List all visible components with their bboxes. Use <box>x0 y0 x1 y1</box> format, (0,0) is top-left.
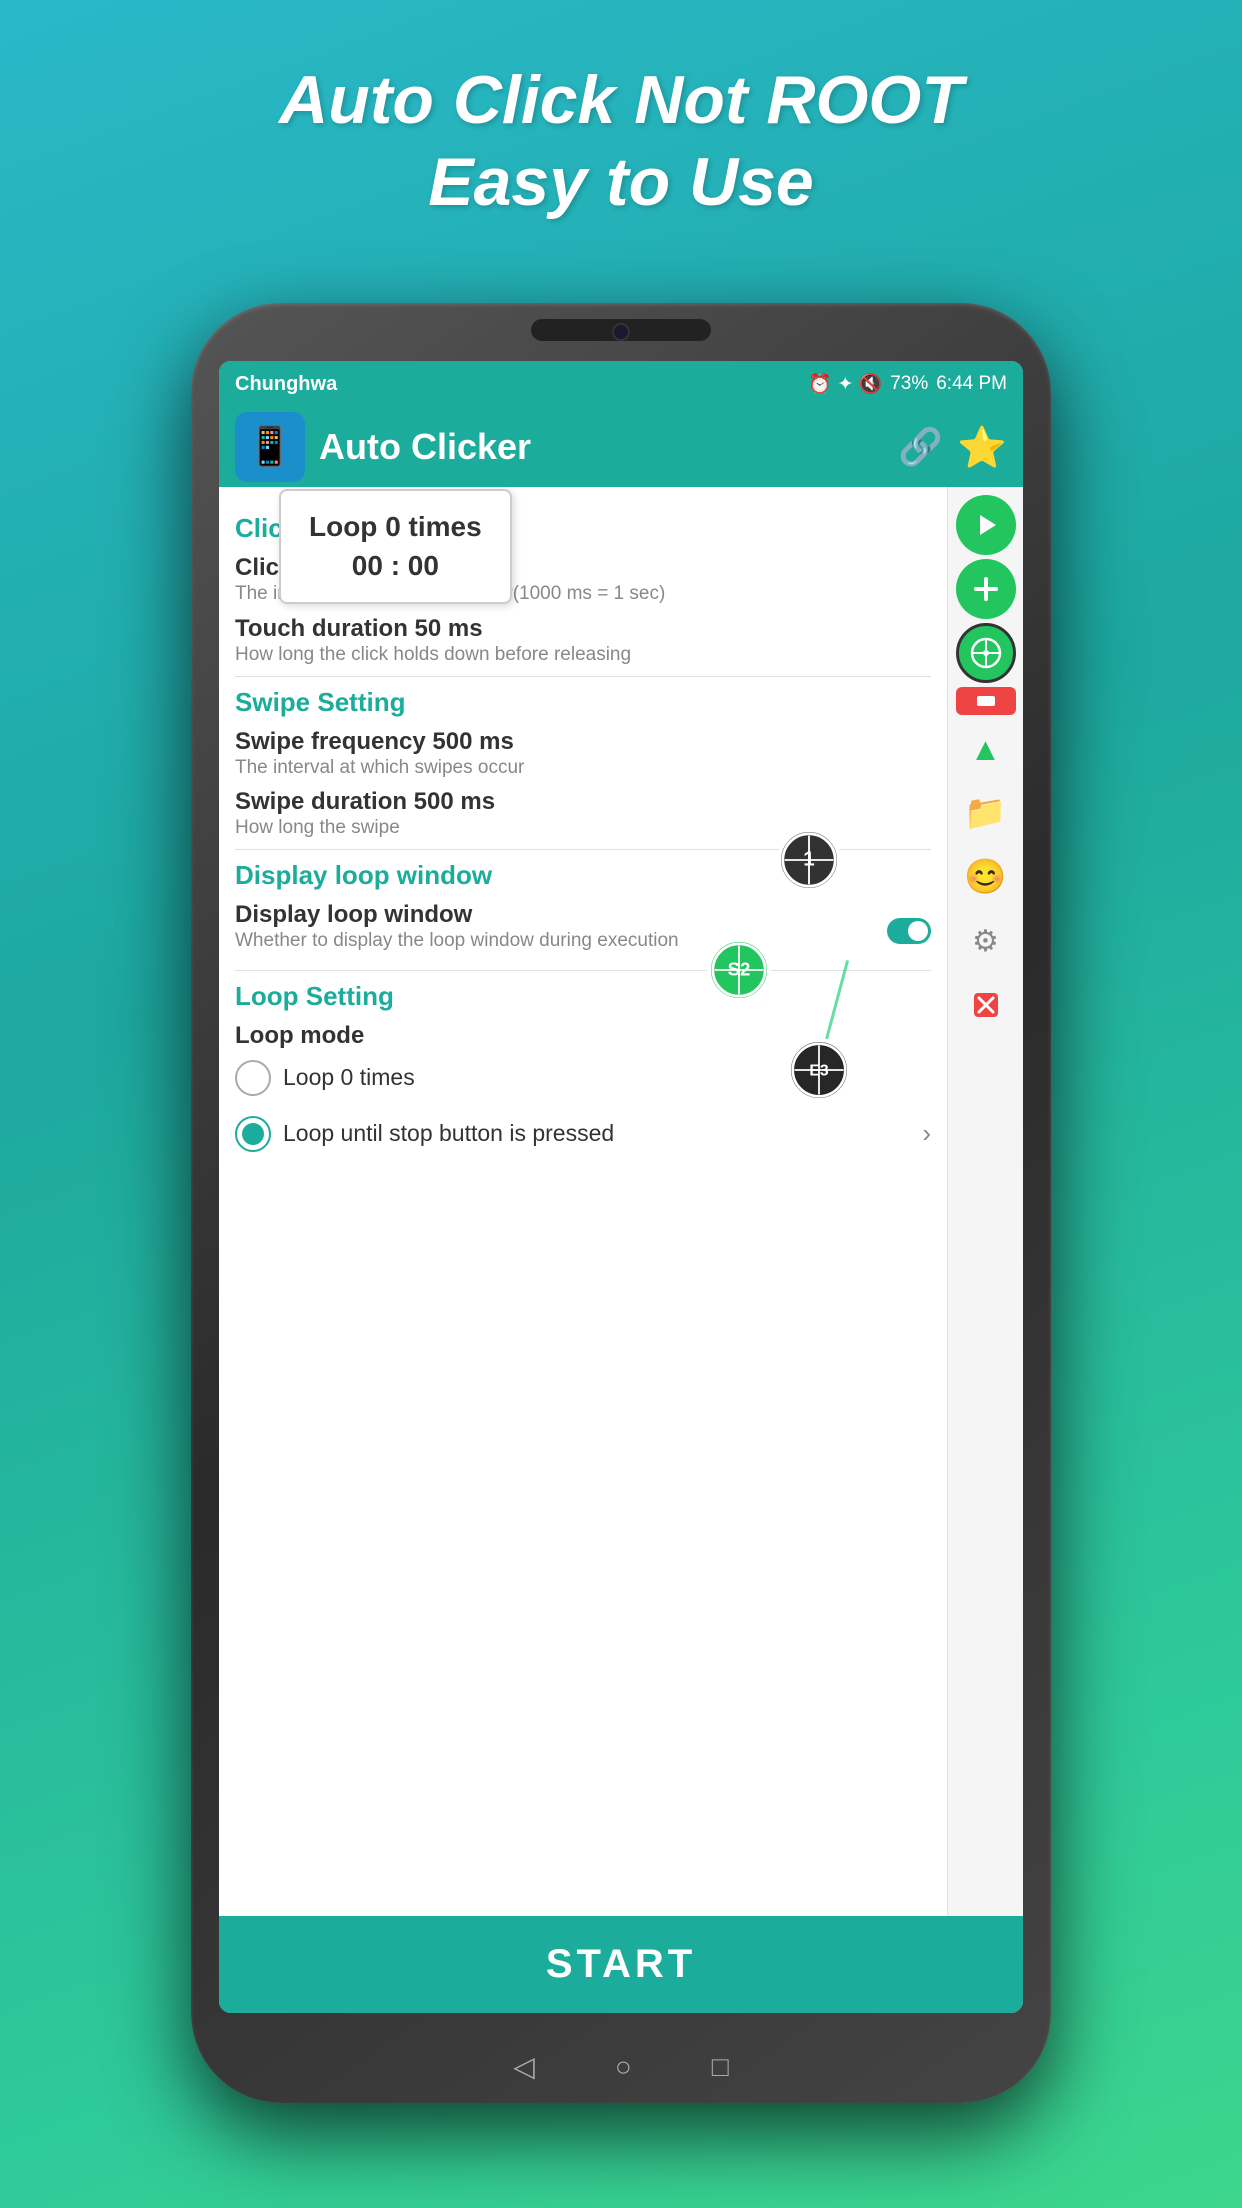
touch-duration-label: Touch duration 50 ms <box>235 615 931 643</box>
loop-window-line1: Loop 0 times <box>309 507 482 546</box>
swipe-duration-label: Swipe duration 500 ms <box>235 788 931 816</box>
divider-1 <box>235 676 931 677</box>
svg-text:1: 1 <box>803 847 814 870</box>
loop-option-2-label: Loop until stop button is pressed <box>283 1120 614 1147</box>
phone-screen: Chunghwa ⏰ ✦ 🔇 73% 6:44 PM 📱 Auto Clicke… <box>219 361 1023 2013</box>
add-button[interactable] <box>956 559 1016 619</box>
swipe-point-3[interactable]: E3 <box>787 1038 851 1102</box>
star-icon[interactable]: ⭐ <box>957 424 1007 471</box>
main-content: Loop 0 times 00 : 00 Click Setting Click… <box>219 487 1023 1916</box>
svg-text:E3: E3 <box>809 1062 829 1079</box>
emoji-button[interactable]: 😊 <box>956 847 1016 907</box>
start-button[interactable]: START <box>219 1916 1023 2013</box>
display-loop-desc: Whether to display the loop window durin… <box>235 929 679 954</box>
carrier-text: Chunghwa <box>235 373 337 396</box>
display-loop-row[interactable]: Display loop window Whether to display t… <box>235 901 931 962</box>
loop-setting-title: Loop Setting <box>235 981 931 1012</box>
phone-nav: ◁ ○ □ <box>513 2050 728 2083</box>
right-toolbar: ▲ 📁 😊 ⚙ <box>947 487 1023 1916</box>
app-icon: 📱 <box>235 412 305 482</box>
loop-option-1-label: Loop 0 times <box>283 1064 415 1091</box>
touch-duration-desc: How long the click holds down before rel… <box>235 643 931 668</box>
loop-option-2-row[interactable]: Loop until stop button is pressed › <box>235 1106 931 1162</box>
swipe-point-1[interactable]: 1 <box>777 828 841 892</box>
stop-button[interactable] <box>956 687 1016 715</box>
swipe-setting-title: Swipe Setting <box>235 687 931 718</box>
display-loop-toggle[interactable] <box>887 918 931 944</box>
svg-text:S2: S2 <box>728 958 751 979</box>
touch-duration-row[interactable]: Touch duration 50 ms How long the click … <box>235 615 931 668</box>
settings-panel: Loop 0 times 00 : 00 Click Setting Click… <box>219 487 947 1916</box>
swipe-frequency-row[interactable]: Swipe frequency 500 ms The interval at w… <box>235 728 931 781</box>
headline-line2: Easy to Use <box>428 144 814 220</box>
phone-mockup: Chunghwa ⏰ ✦ 🔇 73% 6:44 PM 📱 Auto Clicke… <box>191 303 1051 2103</box>
folder-button[interactable]: 📁 <box>956 783 1016 843</box>
headline-line1: Auto Click Not ROOT <box>279 62 963 138</box>
swipe-frequency-desc: The interval at which swipes occur <box>235 756 931 781</box>
loop-option-2-radio[interactable] <box>235 1116 271 1152</box>
headline: Auto Click Not ROOT Easy to Use <box>279 60 963 223</box>
swipe-section: Swipe frequency 500 ms The interval at w… <box>235 728 931 841</box>
back-button[interactable]: ◁ <box>513 2050 535 2083</box>
recent-button[interactable]: □ <box>712 2051 729 2083</box>
up-button[interactable]: ▲ <box>956 719 1016 779</box>
play-button[interactable] <box>956 495 1016 555</box>
status-right: ⏰ ✦ 🔇 73% 6:44 PM <box>808 372 1007 396</box>
app-title: Auto Clicker <box>319 426 898 468</box>
swipe-point-2[interactable]: S2 <box>707 938 771 1002</box>
battery-text: 73% <box>890 373 928 395</box>
phone-camera <box>612 323 630 341</box>
home-button[interactable]: ○ <box>615 2051 632 2083</box>
header-actions: 🔗 ⭐ <box>898 424 1007 471</box>
loop-option-1-radio[interactable] <box>235 1060 271 1096</box>
time-text: 6:44 PM <box>936 373 1007 395</box>
divider-3 <box>235 970 931 971</box>
close-button[interactable] <box>956 975 1016 1035</box>
cursor-button[interactable] <box>956 623 1016 683</box>
app-header: 📱 Auto Clicker 🔗 ⭐ <box>219 407 1023 487</box>
status-icons: ⏰ ✦ 🔇 <box>808 372 882 396</box>
swipe-frequency-label: Swipe frequency 500 ms <box>235 728 931 756</box>
loop-option-2-arrow[interactable]: › <box>922 1118 931 1149</box>
display-loop-label: Display loop window <box>235 901 679 929</box>
share-icon[interactable]: 🔗 <box>898 426 943 468</box>
loop-window: Loop 0 times 00 : 00 <box>279 489 512 603</box>
loop-window-line2: 00 : 00 <box>309 546 482 585</box>
status-bar: Chunghwa ⏰ ✦ 🔇 73% 6:44 PM <box>219 361 1023 407</box>
gear-button[interactable]: ⚙ <box>956 911 1016 971</box>
